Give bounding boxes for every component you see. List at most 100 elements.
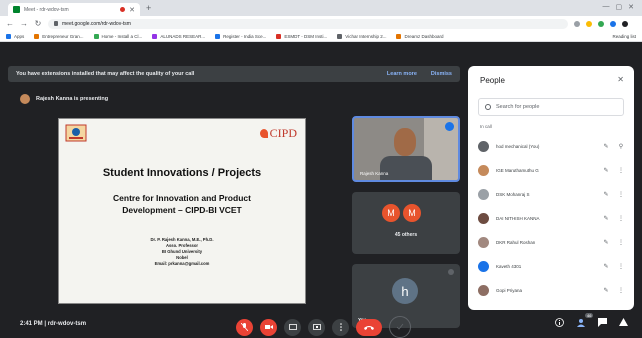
search-icon (485, 104, 491, 110)
presenting-indicator: Rajesh Kanna is presenting (20, 94, 108, 104)
minimize-icon[interactable]: — (603, 3, 610, 11)
chat-button[interactable] (598, 318, 607, 329)
presenting-text: Rajesh Kanna is presenting (36, 96, 109, 102)
meeting-controls-bar: 2:41 PM | rdr-wdov-tsm 46 (0, 312, 642, 338)
mic-off-icon[interactable]: ✎ (601, 167, 611, 174)
participant-avatar (478, 188, 489, 200)
extension-icon[interactable] (598, 20, 604, 27)
participant-avatar (478, 284, 489, 296)
browser-toolbar: ← → ↻ meet.google.com/rdr-wdov-tsm (0, 16, 642, 31)
people-panel-title: People (480, 76, 505, 85)
extension-icon[interactable] (586, 20, 592, 27)
participant-row[interactable]: DSK Mohanraj S ✎ ⋮ (468, 182, 634, 206)
mic-off-icon[interactable]: ✎ (601, 287, 611, 294)
window-controls: — ▢ ✕ (603, 3, 635, 11)
mic-off-icon[interactable]: ✎ (601, 239, 611, 246)
pin-icon[interactable]: ⚲ (618, 143, 624, 150)
participant-row[interactable]: DAI NITHISH KANNA ✎ ⋮ (468, 206, 634, 230)
slide-subtitle: Centre for Innovation and Product (113, 193, 251, 203)
camera-off-icon (264, 325, 273, 329)
more-vert-icon[interactable]: ⋮ (618, 263, 624, 270)
bookmark-favicon-icon (396, 33, 402, 39)
extension-icons (574, 20, 628, 27)
reading-list-button[interactable]: Reading list (612, 34, 636, 39)
bookmark-item[interactable]: ESMDT - DSM Insti... (276, 33, 327, 39)
details-separator: | (44, 321, 47, 327)
dismiss-button[interactable]: Dismiss (431, 71, 452, 77)
mic-off-icon[interactable]: ✎ (601, 215, 611, 222)
bookmark-item[interactable]: ALUNADS RESEAR... (152, 33, 205, 39)
leave-call-button[interactable] (356, 318, 382, 336)
participant-row[interactable]: IGE Maruthamuthu G ✎ ⋮ (468, 158, 634, 182)
bookmark-favicon-icon (93, 33, 99, 39)
close-window-icon[interactable]: ✕ (628, 3, 634, 11)
mic-off-icon[interactable]: ✎ (601, 263, 611, 270)
more-vert-icon[interactable]: ⋮ (618, 191, 624, 198)
avatar: M (403, 204, 421, 222)
close-tab-icon[interactable]: ✕ (129, 6, 135, 14)
extension-icon[interactable] (610, 20, 616, 27)
meeting-time: 2:41 PM (20, 321, 43, 327)
more-vert-icon[interactable]: ⋮ (618, 167, 624, 174)
people-search-input[interactable]: Search for people (478, 98, 624, 116)
participant-count-badge: 46 (585, 313, 594, 318)
bookmark-item[interactable]: Apps (6, 33, 24, 39)
cipd-logo-icon (259, 129, 268, 138)
mic-toggle-button[interactable] (236, 318, 253, 336)
participant-name: Gopi Priyana (496, 287, 523, 293)
profile-avatar[interactable] (622, 20, 628, 27)
bookmark-favicon-icon (6, 33, 11, 39)
bookmark-favicon-icon (276, 33, 282, 39)
browser-tab-meet[interactable]: Meet - rdr-wdov-tsm ✕ (8, 3, 140, 16)
present-screen-button[interactable] (308, 318, 325, 336)
participant-row[interactable]: hod mechanical (You) ✎ ⚲ (468, 134, 634, 158)
participant-row[interactable]: Gopi Priyana ✎ ⋮ (468, 278, 634, 302)
back-arrow-icon[interactable]: ← (6, 19, 14, 28)
activities-button[interactable] (389, 316, 411, 338)
browser-tab-strip: Meet - rdr-wdov-tsm ✕ + — ▢ ✕ (0, 0, 642, 16)
bookmark-item[interactable]: Home - Install a Cl... (93, 33, 142, 39)
participant-name: Kaveth 4301 (496, 263, 522, 269)
avatar: M (382, 204, 400, 222)
more-vert-icon (339, 323, 342, 331)
camera-toggle-button[interactable] (260, 318, 277, 336)
address-bar[interactable]: meet.google.com/rdr-wdov-tsm (48, 18, 568, 29)
reload-icon[interactable]: ↻ (34, 19, 42, 28)
participant-name: DKR Rahul Roshan (496, 239, 536, 245)
meeting-details: 2:41 PM | rdr-wdov-tsm (20, 321, 86, 327)
bookmark-item[interactable]: Entrepreneur Gran... (34, 33, 84, 39)
bookmark-item[interactable]: Vichar Internship 2... (337, 33, 386, 39)
participant-row[interactable]: Kaveth 4301 ✎ ⋮ (468, 254, 634, 278)
others-tile[interactable]: M M 45 others (352, 192, 460, 254)
participant-row[interactable]: DKR Rahul Roshan ✎ ⋮ (468, 230, 634, 254)
close-panel-icon[interactable]: ✕ (617, 75, 624, 84)
mic-off-icon[interactable]: ✎ (601, 143, 611, 150)
bookmark-item[interactable]: Register - India Sce... (215, 33, 266, 39)
activities-panel-button[interactable] (619, 318, 628, 329)
more-vert-icon[interactable]: ⋮ (618, 215, 624, 222)
more-options-button[interactable] (332, 318, 349, 336)
captions-button[interactable] (284, 318, 301, 336)
search-placeholder: Search for people (496, 104, 540, 110)
presenter-video-tile[interactable]: Rajesh Kanna (352, 116, 460, 182)
new-tab-button[interactable]: + (146, 3, 151, 13)
slide-title: Student Innovations / Projects (102, 167, 262, 179)
meeting-info-button[interactable] (555, 318, 564, 329)
mic-off-icon[interactable]: ✎ (601, 191, 611, 198)
url-text: meet.google.com/rdr-wdov-tsm (62, 20, 131, 27)
participant-name: IGE Maruthamuthu G (496, 167, 539, 173)
participant-avatar (478, 260, 489, 272)
in-call-section-label: In call (480, 124, 492, 129)
more-vert-icon[interactable]: ⋮ (618, 287, 624, 294)
bookmark-item[interactable]: Dreamz Dashboard (396, 33, 444, 39)
learn-more-link[interactable]: Learn more (387, 71, 417, 77)
extension-icon[interactable] (574, 20, 580, 27)
presenter-avatar (20, 94, 30, 104)
participant-name: DAI NITHISH KANNA (496, 215, 540, 221)
maximize-icon[interactable]: ▢ (616, 3, 623, 11)
people-button[interactable]: 46 (576, 313, 594, 329)
mic-off-icon (241, 323, 248, 331)
forward-arrow-icon[interactable]: → (20, 19, 28, 28)
more-vert-icon[interactable]: ⋮ (618, 239, 624, 246)
meeting-code: rdr-wdov-tsm (47, 321, 87, 327)
